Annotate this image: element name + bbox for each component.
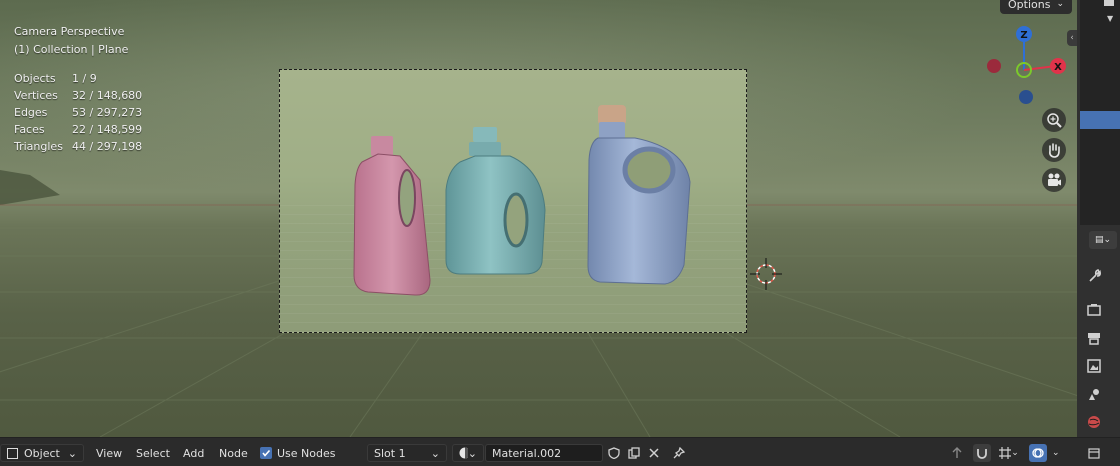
outliner-selected-row[interactable] bbox=[1080, 111, 1120, 129]
bottles-render bbox=[353, 105, 691, 296]
gizmo-neg-z[interactable] bbox=[1019, 90, 1033, 104]
chevron-down-icon: ⌄ bbox=[1052, 448, 1060, 458]
stat-objects: Objects 1 / 9 bbox=[14, 72, 97, 85]
render-icon bbox=[1087, 304, 1101, 316]
menu-node[interactable]: Node bbox=[217, 444, 250, 462]
overlays-toggle[interactable] bbox=[1029, 444, 1047, 462]
render-tab[interactable] bbox=[1085, 301, 1103, 319]
chevron-down-icon: ⌄ bbox=[1056, 0, 1064, 9]
pin-button[interactable] bbox=[670, 444, 688, 462]
material-name: Material.002 bbox=[492, 446, 562, 460]
scene-statistics: Objects 1 / 9 Vertices 32 / 148,680 Edges 5… bbox=[14, 70, 142, 155]
collection-line: (1) Collection | Plane bbox=[14, 43, 129, 56]
object-mode-icon bbox=[7, 447, 18, 459]
mode-dropdown[interactable]: Object ⌄ bbox=[0, 444, 84, 462]
gizmo-neg-x[interactable] bbox=[987, 59, 1001, 73]
pan-button[interactable] bbox=[1042, 138, 1066, 162]
duplicate-material-button[interactable] bbox=[625, 444, 643, 462]
camera-icon bbox=[1048, 173, 1061, 186]
mode-label: Object bbox=[24, 446, 60, 460]
view-name: Camera Perspective bbox=[14, 25, 125, 38]
editor-type-dropdown[interactable]: ▤⌄ bbox=[1089, 231, 1117, 249]
options-label: Options bbox=[1008, 0, 1051, 11]
view-layer-icon bbox=[1087, 359, 1101, 373]
panel-icon bbox=[1088, 448, 1100, 459]
wrench-icon bbox=[1089, 269, 1101, 282]
material-name-field[interactable]: Material.002 bbox=[485, 444, 603, 462]
chevron-down-icon: ⌄ bbox=[1011, 448, 1019, 458]
arrow-up-icon bbox=[952, 447, 962, 458]
menu-add[interactable]: Add bbox=[181, 444, 206, 462]
magnet-icon bbox=[977, 449, 987, 459]
material-browse-button[interactable]: ⌄ bbox=[452, 444, 484, 462]
overlays-dropdown[interactable]: ⌄ bbox=[1052, 444, 1060, 462]
navigation-gizmo[interactable]: Z X bbox=[980, 24, 1072, 112]
output-icon bbox=[1088, 333, 1100, 345]
world-icon bbox=[1088, 416, 1100, 428]
chevron-down-icon: ⌄ bbox=[467, 446, 477, 460]
menu-view[interactable]: View bbox=[94, 444, 124, 462]
outliner-filter-icon[interactable] bbox=[1104, 0, 1114, 6]
stat-triangles: Triangles 44 / 297,198 bbox=[14, 140, 143, 153]
stat-faces: Faces 22 / 148,599 bbox=[14, 123, 143, 136]
output-tab[interactable] bbox=[1085, 329, 1103, 347]
zoom-button[interactable] bbox=[1042, 108, 1066, 132]
zoom-icon bbox=[1047, 113, 1062, 128]
parent-node-tree-button[interactable] bbox=[948, 444, 966, 462]
overlays-icon bbox=[1032, 448, 1044, 458]
pink-bottle bbox=[353, 136, 431, 296]
hand-pan-icon bbox=[1049, 143, 1060, 158]
teal-bottle bbox=[445, 127, 546, 275]
check-icon[interactable] bbox=[260, 447, 272, 459]
chevron-down-icon: ⌄ bbox=[67, 446, 77, 460]
filter-chevron-icon[interactable]: ▼ bbox=[1107, 14, 1113, 23]
snap-toggle[interactable] bbox=[973, 444, 991, 462]
camera-view-button[interactable] bbox=[1042, 168, 1066, 192]
scene-icon bbox=[1089, 389, 1099, 400]
view-layer-tab[interactable] bbox=[1085, 357, 1103, 375]
slot-dropdown[interactable]: Slot 1 ⌄ bbox=[367, 444, 447, 462]
unlink-material-button[interactable] bbox=[645, 444, 663, 462]
use-nodes-label: Use Nodes bbox=[277, 446, 336, 460]
use-nodes-toggle[interactable]: Use Nodes bbox=[260, 444, 336, 462]
scene-tab[interactable] bbox=[1085, 385, 1103, 403]
fake-user-button[interactable] bbox=[605, 444, 623, 462]
shield-icon bbox=[608, 447, 620, 459]
camera-frame bbox=[279, 69, 747, 333]
gizmo-x-label: X bbox=[1054, 62, 1062, 73]
blue-bottle bbox=[587, 105, 691, 285]
menu-select[interactable]: Select bbox=[134, 444, 172, 462]
world-tab[interactable] bbox=[1085, 413, 1103, 431]
material-sphere-icon bbox=[459, 447, 468, 459]
slot-label: Slot 1 bbox=[374, 446, 406, 460]
stat-edges: Edges 53 / 297,273 bbox=[14, 106, 143, 119]
cursor-3d-icon[interactable] bbox=[750, 258, 782, 290]
properties-collapse-button[interactable] bbox=[1085, 444, 1103, 462]
close-icon bbox=[649, 448, 659, 458]
stat-vertices: Vertices 32 / 148,680 bbox=[14, 89, 143, 102]
pin-icon bbox=[673, 447, 685, 459]
duplicate-icon bbox=[628, 447, 640, 459]
options-dropdown[interactable]: Options ⌄ bbox=[1000, 0, 1072, 14]
grid-snap-icon bbox=[999, 447, 1012, 459]
gizmo-z-label: Z bbox=[1020, 30, 1027, 41]
3d-viewport[interactable]: Camera Perspective (1) Collection | Plan… bbox=[0, 0, 1077, 437]
chevron-down-icon: ⌄ bbox=[430, 446, 440, 460]
tool-tab[interactable] bbox=[1085, 266, 1103, 284]
snap-element-dropdown[interactable]: ⌄ bbox=[996, 444, 1022, 462]
shader-editor-header: Object ⌄ View Select Add Node Use Nodes … bbox=[0, 437, 1120, 466]
